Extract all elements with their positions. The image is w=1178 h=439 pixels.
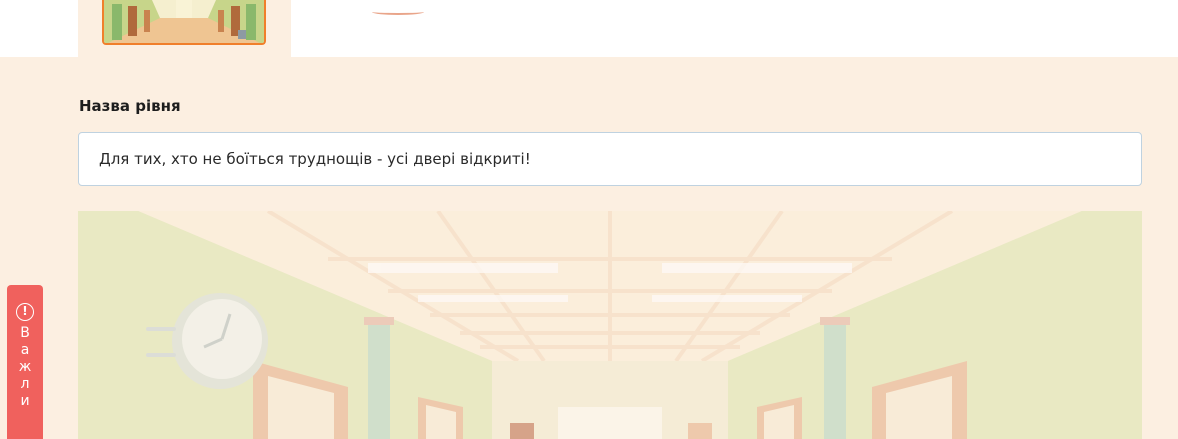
side-tab-letter: В — [20, 325, 30, 341]
side-tab-letter: и — [20, 393, 30, 409]
level-background-image — [78, 211, 1142, 439]
side-tab-letter: л — [20, 376, 30, 392]
level-thumbnail[interactable] — [102, 0, 266, 45]
page: Назва рівня Для тих, хто не боїться труд… — [0, 0, 1178, 439]
side-tab-letter: а — [20, 342, 30, 358]
top-decoration — [372, 9, 424, 15]
important-side-tab[interactable]: ! В а ж л и — [7, 285, 43, 439]
top-strip — [0, 0, 1178, 57]
alert-circle-icon: ! — [16, 303, 34, 321]
side-tab-letters: В а ж л и — [7, 325, 43, 410]
side-tab-letter: ж — [18, 359, 32, 375]
level-name-input[interactable] — [78, 132, 1142, 186]
level-name-label: Назва рівня — [79, 97, 181, 115]
